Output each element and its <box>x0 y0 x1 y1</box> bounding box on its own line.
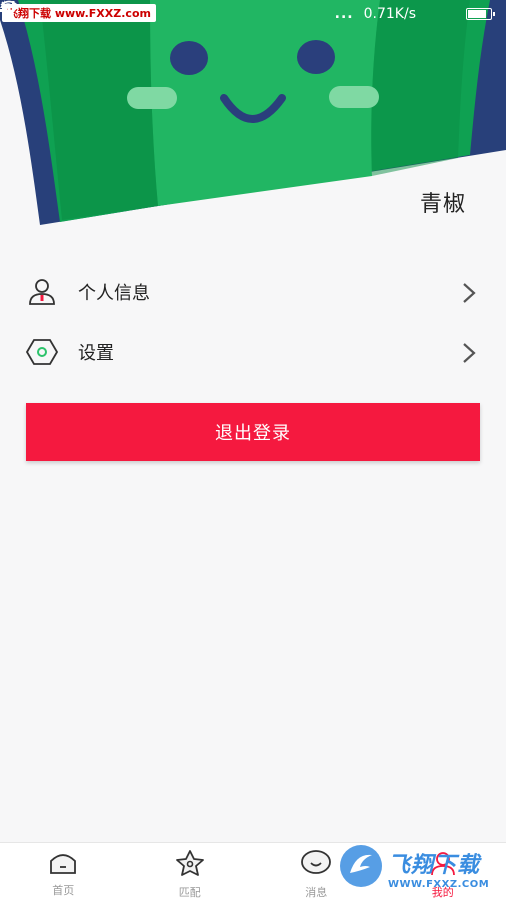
profile-header: 飞翔下载 www.FXXZ.com ... 0.71K/s 青椒 <box>0 0 506 240</box>
watermark-bottom: 飞翔下载 WWW.FXXZ.COM <box>338 840 504 896</box>
watermark-url: WWW.FXXZ.COM <box>388 878 490 890</box>
menu-item-label: 个人信息 <box>78 283 150 304</box>
menu-item-personal-info[interactable]: 个人信息 <box>0 262 506 322</box>
watermark-title: 飞翔下载 <box>388 852 481 878</box>
battery-icon <box>466 8 495 20</box>
username: 青椒 <box>419 192 466 217</box>
home-icon <box>48 849 78 879</box>
mascot-cheek-left <box>127 87 177 109</box>
menu-item-settings[interactable]: 设置 <box>0 322 506 382</box>
logout-button[interactable]: 退出登录 <box>26 403 480 461</box>
chevron-right-icon <box>462 282 476 308</box>
tab-label: 首页 <box>52 884 75 897</box>
mascot-cheek-right <box>329 86 379 108</box>
network-speed: 0.71K/s <box>363 6 416 22</box>
watermark-logo-icon <box>338 843 384 893</box>
profile-menu: 个人信息 设置 <box>0 262 506 382</box>
chevron-right-icon <box>462 342 476 368</box>
tab-label: 消息 <box>305 886 328 899</box>
settings-hexagon-icon <box>26 336 58 368</box>
status-dots: ... <box>334 6 354 22</box>
tab-home[interactable]: 首页 <box>0 843 127 900</box>
menu-item-label: 设置 <box>78 343 114 364</box>
mascot-eye-right <box>297 40 335 74</box>
status-bar: ... 0.71K/s <box>0 0 506 28</box>
tab-label: 匹配 <box>178 886 201 899</box>
match-star-icon <box>175 849 205 881</box>
person-icon <box>26 276 58 308</box>
message-bubble-icon <box>300 849 332 881</box>
mascot-eye-left <box>170 41 208 75</box>
tab-match[interactable]: 匹配 <box>127 843 254 900</box>
